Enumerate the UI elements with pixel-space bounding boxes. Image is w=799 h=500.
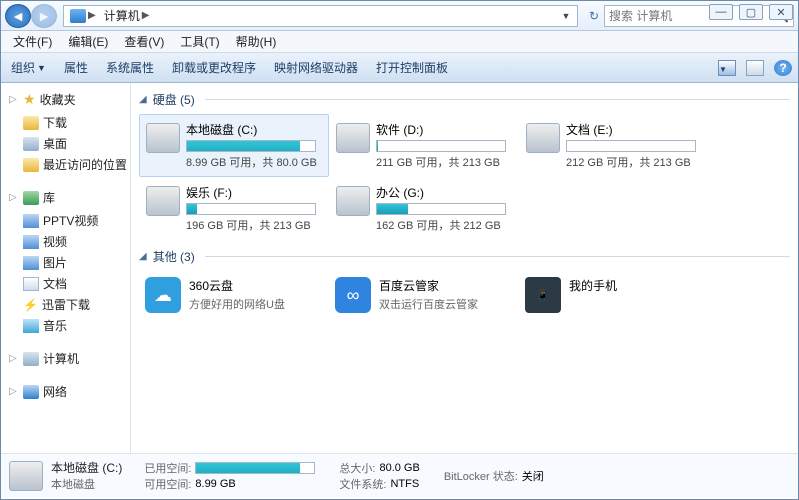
- nav-recent[interactable]: 最近访问的位置: [7, 154, 130, 175]
- drive-item[interactable]: 办公 (G:) 162 GB 可用，共 212 GB: [329, 177, 519, 240]
- details-bitlocker-value: 关闭: [522, 468, 544, 484]
- drive-usage-bar: [376, 203, 506, 215]
- details-fs-value: NTFS: [390, 478, 419, 490]
- drive-name: 办公 (G:): [376, 184, 512, 201]
- drive-usage-bar: [186, 203, 316, 215]
- drive-name: 软件 (D:): [376, 121, 512, 138]
- refresh-button[interactable]: ↻: [584, 9, 604, 23]
- drive-name: 本地磁盘 (C:): [186, 121, 322, 138]
- collapse-icon: ◢: [139, 94, 147, 105]
- hdd-icon: [146, 186, 180, 216]
- cloud360-icon: ☁: [145, 277, 181, 313]
- menu-edit[interactable]: 编辑(E): [60, 31, 116, 52]
- menu-tools[interactable]: 工具(T): [172, 31, 227, 52]
- menubar: 文件(F) 编辑(E) 查看(V) 工具(T) 帮助(H): [1, 31, 798, 53]
- nav-pictures[interactable]: 图片: [7, 252, 130, 273]
- collapse-icon: ◢: [139, 251, 147, 262]
- hdd-icon: [336, 186, 370, 216]
- hdd-icon: [336, 123, 370, 153]
- hdd-icon: [526, 123, 560, 153]
- drive-icon: [9, 461, 43, 491]
- view-options-button[interactable]: ▼: [718, 60, 736, 76]
- preview-pane-button[interactable]: [746, 60, 764, 76]
- nav-forward-button[interactable]: ►: [31, 4, 57, 28]
- cmd-organize[interactable]: 组织▼: [7, 57, 50, 78]
- help-button[interactable]: ?: [774, 60, 792, 76]
- details-free-label: 可用空间:: [144, 476, 191, 492]
- details-used-label: 已用空间:: [144, 460, 191, 476]
- nav-pptv[interactable]: PPTV视频: [7, 210, 130, 231]
- drive-free-text: 196 GB 可用，共 213 GB: [186, 217, 322, 233]
- drive-usage-bar: [566, 140, 696, 152]
- cmd-control-panel[interactable]: 打开控制面板: [372, 57, 452, 78]
- window-close-button[interactable]: ✕: [769, 4, 793, 20]
- baidu-icon: ∞: [335, 277, 371, 313]
- other-item[interactable]: ☁ 360云盘 方便好用的网络U盘: [139, 271, 329, 319]
- nav-computer[interactable]: ▷计算机: [7, 348, 130, 369]
- drive-free-text: 162 GB 可用，共 212 GB: [376, 217, 512, 233]
- nav-back-button[interactable]: ◄: [5, 4, 31, 28]
- menu-help[interactable]: 帮助(H): [228, 31, 285, 52]
- window-maximize-button[interactable]: ▢: [739, 4, 763, 20]
- details-bitlocker-label: BitLocker 状态:: [444, 468, 518, 484]
- other-name: 我的手机: [569, 277, 617, 294]
- cmd-system-properties[interactable]: 系统属性: [102, 57, 158, 78]
- nav-videos[interactable]: 视频: [7, 231, 130, 252]
- breadcrumb-computer[interactable]: 计算机▶: [100, 6, 154, 26]
- nav-network[interactable]: ▷网络: [7, 381, 130, 402]
- cmd-properties[interactable]: 属性: [60, 57, 92, 78]
- other-sub: 双击运行百度云管家: [379, 296, 478, 312]
- cmd-map-drive[interactable]: 映射网络驱动器: [270, 57, 362, 78]
- drive-name: 娱乐 (F:): [186, 184, 322, 201]
- nav-thunder[interactable]: ⚡迅雷下载: [7, 294, 130, 315]
- nav-downloads[interactable]: 下载: [7, 112, 130, 133]
- details-name: 本地磁盘 (C:): [51, 459, 122, 476]
- other-item[interactable]: 📱 我的手机: [519, 271, 709, 319]
- other-name: 360云盘: [189, 277, 285, 294]
- window-minimize-button[interactable]: —: [709, 4, 733, 20]
- details-pane: 本地磁盘 (C:) 本地磁盘 已用空间: 可用空间: 8.99 GB 总大小: 80…: [1, 453, 798, 497]
- nav-favorites[interactable]: ▷★收藏夹: [7, 89, 130, 110]
- drive-name: 文档 (E:): [566, 121, 702, 138]
- nav-documents[interactable]: 文档: [7, 273, 130, 294]
- drive-item[interactable]: 文档 (E:) 212 GB 可用，共 213 GB: [519, 114, 709, 177]
- navigation-pane: ▷★收藏夹 下载 桌面 最近访问的位置 ▷库 PPTV视频 视频 图片 文档 ⚡…: [1, 83, 131, 453]
- command-bar: 组织▼ 属性 系统属性 卸载或更改程序 映射网络驱动器 打开控制面板 ▼ ?: [1, 53, 798, 83]
- hdd-icon: [146, 123, 180, 153]
- details-used-bar: [195, 462, 315, 474]
- details-fs-label: 文件系统:: [339, 476, 386, 492]
- cmd-uninstall[interactable]: 卸载或更改程序: [168, 57, 260, 78]
- drive-usage-bar: [186, 140, 316, 152]
- nav-desktop[interactable]: 桌面: [7, 133, 130, 154]
- drive-free-text: 8.99 GB 可用，共 80.0 GB: [186, 154, 322, 170]
- drive-item[interactable]: 本地磁盘 (C:) 8.99 GB 可用，共 80.0 GB: [139, 114, 329, 177]
- breadcrumb-root[interactable]: ▶: [66, 6, 100, 26]
- details-total-label: 总大小:: [339, 460, 375, 476]
- drive-item[interactable]: 娱乐 (F:) 196 GB 可用，共 213 GB: [139, 177, 329, 240]
- drive-usage-bar: [376, 140, 506, 152]
- nav-libraries[interactable]: ▷库: [7, 187, 130, 208]
- phone-icon: 📱: [525, 277, 561, 313]
- category-hdd[interactable]: ◢ 硬盘 (5): [139, 91, 790, 108]
- details-total-value: 80.0 GB: [379, 462, 419, 474]
- breadcrumb-dropdown-icon[interactable]: ▼: [562, 11, 571, 21]
- titlebar: ◄ ► ▶ 计算机▶ ▼ ↻ 搜索 计算机 🔍 — ▢ ✕: [1, 1, 798, 31]
- breadcrumb[interactable]: ▶ 计算机▶ ▼: [63, 5, 578, 27]
- other-sub: 方便好用的网络U盘: [189, 296, 285, 312]
- content-area: ◢ 硬盘 (5) 本地磁盘 (C:) 8.99 GB 可用，共 80.0 GB …: [131, 83, 798, 453]
- category-other[interactable]: ◢ 其他 (3): [139, 248, 790, 265]
- nav-music[interactable]: 音乐: [7, 315, 130, 336]
- menu-view[interactable]: 查看(V): [116, 31, 172, 52]
- other-name: 百度云管家: [379, 277, 478, 294]
- search-placeholder: 搜索 计算机: [609, 7, 672, 24]
- drive-free-text: 212 GB 可用，共 213 GB: [566, 154, 702, 170]
- drive-item[interactable]: 软件 (D:) 211 GB 可用，共 213 GB: [329, 114, 519, 177]
- details-free-value: 8.99 GB: [195, 478, 235, 490]
- menu-file[interactable]: 文件(F): [5, 31, 60, 52]
- drive-free-text: 211 GB 可用，共 213 GB: [376, 154, 512, 170]
- details-type: 本地磁盘: [51, 476, 122, 492]
- other-item[interactable]: ∞ 百度云管家 双击运行百度云管家: [329, 271, 519, 319]
